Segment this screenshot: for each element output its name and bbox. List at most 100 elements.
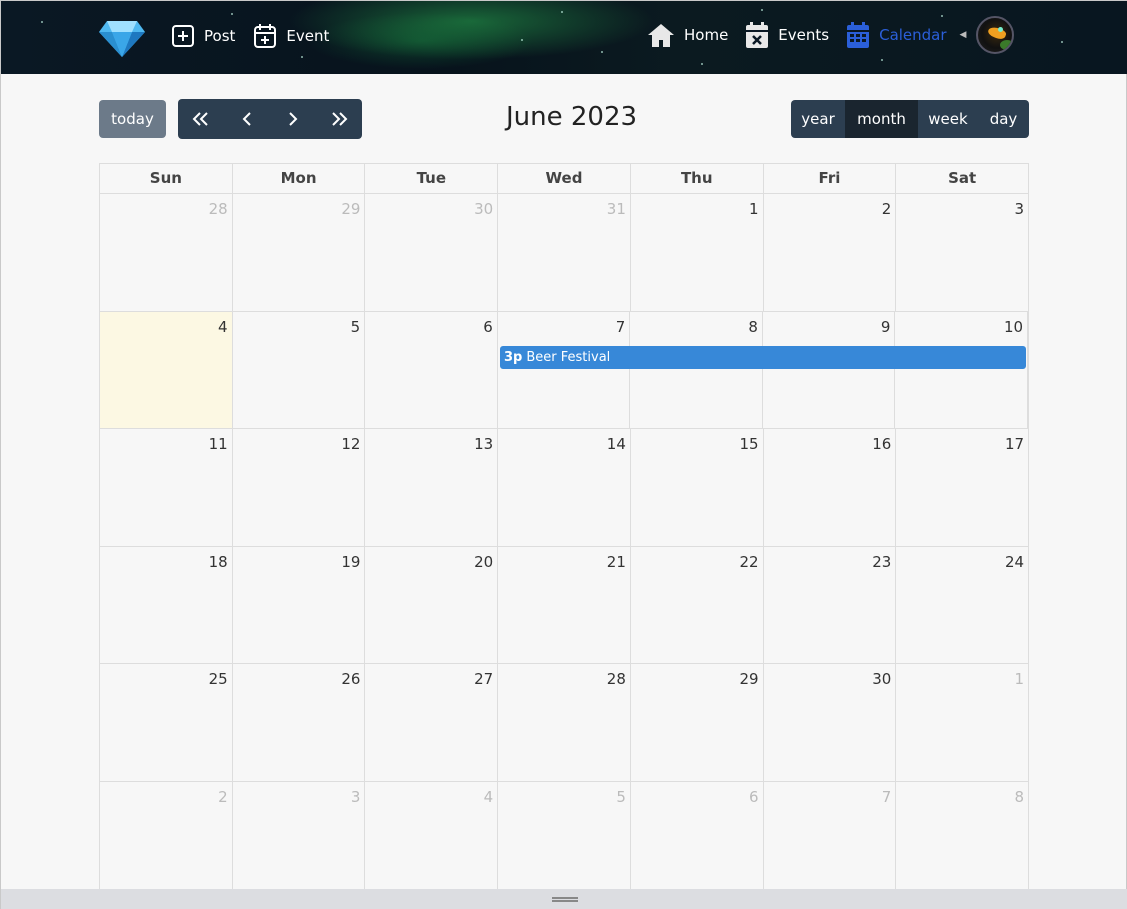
day-number[interactable]: 12 [341,435,360,453]
day-cell[interactable]: 18 [100,546,233,663]
day-cell[interactable]: 20 [365,546,499,663]
day-number[interactable]: 2 [218,788,228,806]
day-number[interactable]: 22 [740,553,759,571]
day-cell[interactable]: 2 [764,194,897,311]
day-cell[interactable]: 16 [764,429,897,546]
view-day-button[interactable]: day [978,100,1029,138]
day-number[interactable]: 8 [748,318,758,336]
day-number[interactable]: 5 [351,318,361,336]
day-cell[interactable]: 5 [233,311,366,428]
day-number[interactable]: 27 [474,670,493,688]
day-cell[interactable]: 5 [498,781,631,898]
nav-home[interactable]: Home [647,22,728,48]
day-number[interactable]: 24 [1005,553,1024,571]
day-cell[interactable]: 3 [233,781,366,898]
day-number[interactable]: 25 [209,670,228,688]
view-month-button[interactable]: month [845,100,918,138]
day-cell[interactable]: 7 [764,781,897,898]
resize-bar[interactable] [1,889,1127,909]
day-number[interactable]: 2 [882,200,892,218]
day-cell[interactable]: 10 [895,311,1029,428]
day-cell[interactable]: 19 [233,546,366,663]
day-cell[interactable]: 27 [365,664,499,781]
day-cell[interactable]: 9 [763,311,896,428]
day-cell[interactable]: 30 [365,194,499,311]
event-bar-beer-festival[interactable]: 3p Beer Festival [500,345,1026,369]
nav-events[interactable]: Events [745,21,829,49]
day-cell[interactable]: 6 [631,781,764,898]
day-cell[interactable]: 28 [100,194,233,311]
day-number[interactable]: 7 [616,318,626,336]
day-cell[interactable]: 26 [233,664,366,781]
nav-post[interactable]: Post [171,24,235,48]
day-cell[interactable]: 17 [896,429,1028,546]
day-number[interactable]: 26 [341,670,360,688]
day-number[interactable]: 4 [218,318,228,336]
day-number[interactable]: 31 [607,200,626,218]
day-cell[interactable]: 7 [498,311,631,428]
day-number[interactable]: 9 [881,318,891,336]
day-cell[interactable]: 8 [630,311,763,428]
day-number[interactable]: 5 [616,788,626,806]
day-cell[interactable]: 22 [631,546,764,663]
diamond-logo-icon[interactable] [99,19,145,57]
day-cell[interactable]: 1 [631,194,764,311]
drag-handle-icon[interactable] [551,897,578,902]
day-number[interactable]: 30 [474,200,493,218]
day-cell[interactable]: 13 [365,429,499,546]
day-cell[interactable]: 4 [365,781,499,898]
day-number[interactable]: 3 [1014,200,1024,218]
day-cell[interactable]: 25 [100,664,233,781]
day-cell[interactable]: 3 [896,194,1028,311]
day-number[interactable]: 6 [483,318,493,336]
next-year-button[interactable] [316,99,362,139]
day-number[interactable]: 29 [740,670,759,688]
day-number[interactable]: 3 [351,788,361,806]
day-number[interactable]: 13 [474,435,493,453]
day-number[interactable]: 17 [1005,435,1024,453]
prev-month-button[interactable] [224,99,270,139]
day-number[interactable]: 28 [209,200,228,218]
day-number[interactable]: 30 [872,670,891,688]
day-cell[interactable]: 29 [233,194,366,311]
day-cell[interactable]: 29 [631,664,764,781]
day-cell[interactable]: 11 [100,429,233,546]
day-cell[interactable]: 15 [631,429,764,546]
day-number[interactable]: 23 [872,553,891,571]
day-cell[interactable]: 6 [365,311,498,428]
day-number[interactable]: 21 [607,553,626,571]
view-year-button[interactable]: year [791,100,845,138]
day-number[interactable]: 14 [607,435,626,453]
day-number[interactable]: 11 [209,435,228,453]
day-cell[interactable]: 21 [498,546,631,663]
day-number[interactable]: 8 [1014,788,1024,806]
day-number[interactable]: 19 [341,553,360,571]
day-number[interactable]: 16 [872,435,891,453]
day-cell[interactable]: 30 [764,664,897,781]
day-number[interactable]: 28 [607,670,626,688]
day-cell[interactable]: 31 [498,194,631,311]
day-number[interactable]: 15 [740,435,759,453]
next-month-button[interactable] [270,99,316,139]
user-avatar[interactable] [976,16,1015,54]
day-number[interactable]: 20 [474,553,493,571]
day-cell[interactable]: 2 [100,781,233,898]
day-cell[interactable]: 8 [896,782,1028,899]
day-cell[interactable]: 23 [764,546,897,663]
day-number[interactable]: 18 [209,553,228,571]
day-cell[interactable]: 14 [498,429,631,546]
day-cell-today[interactable]: 4 [100,311,233,428]
day-number[interactable]: 29 [341,200,360,218]
nav-event[interactable]: Event [253,23,329,49]
day-number[interactable]: 4 [484,788,494,806]
prev-year-button[interactable] [178,99,224,139]
today-button[interactable]: today [99,100,166,138]
nav-calendar[interactable]: Calendar [846,21,947,49]
day-number[interactable]: 1 [749,200,759,218]
day-cell[interactable]: 28 [498,664,631,781]
day-number[interactable]: 10 [1004,318,1023,336]
day-number[interactable]: 1 [1014,670,1024,688]
day-cell[interactable]: 24 [896,547,1028,664]
day-number[interactable]: 7 [882,788,892,806]
day-cell[interactable]: 1 [896,664,1028,781]
